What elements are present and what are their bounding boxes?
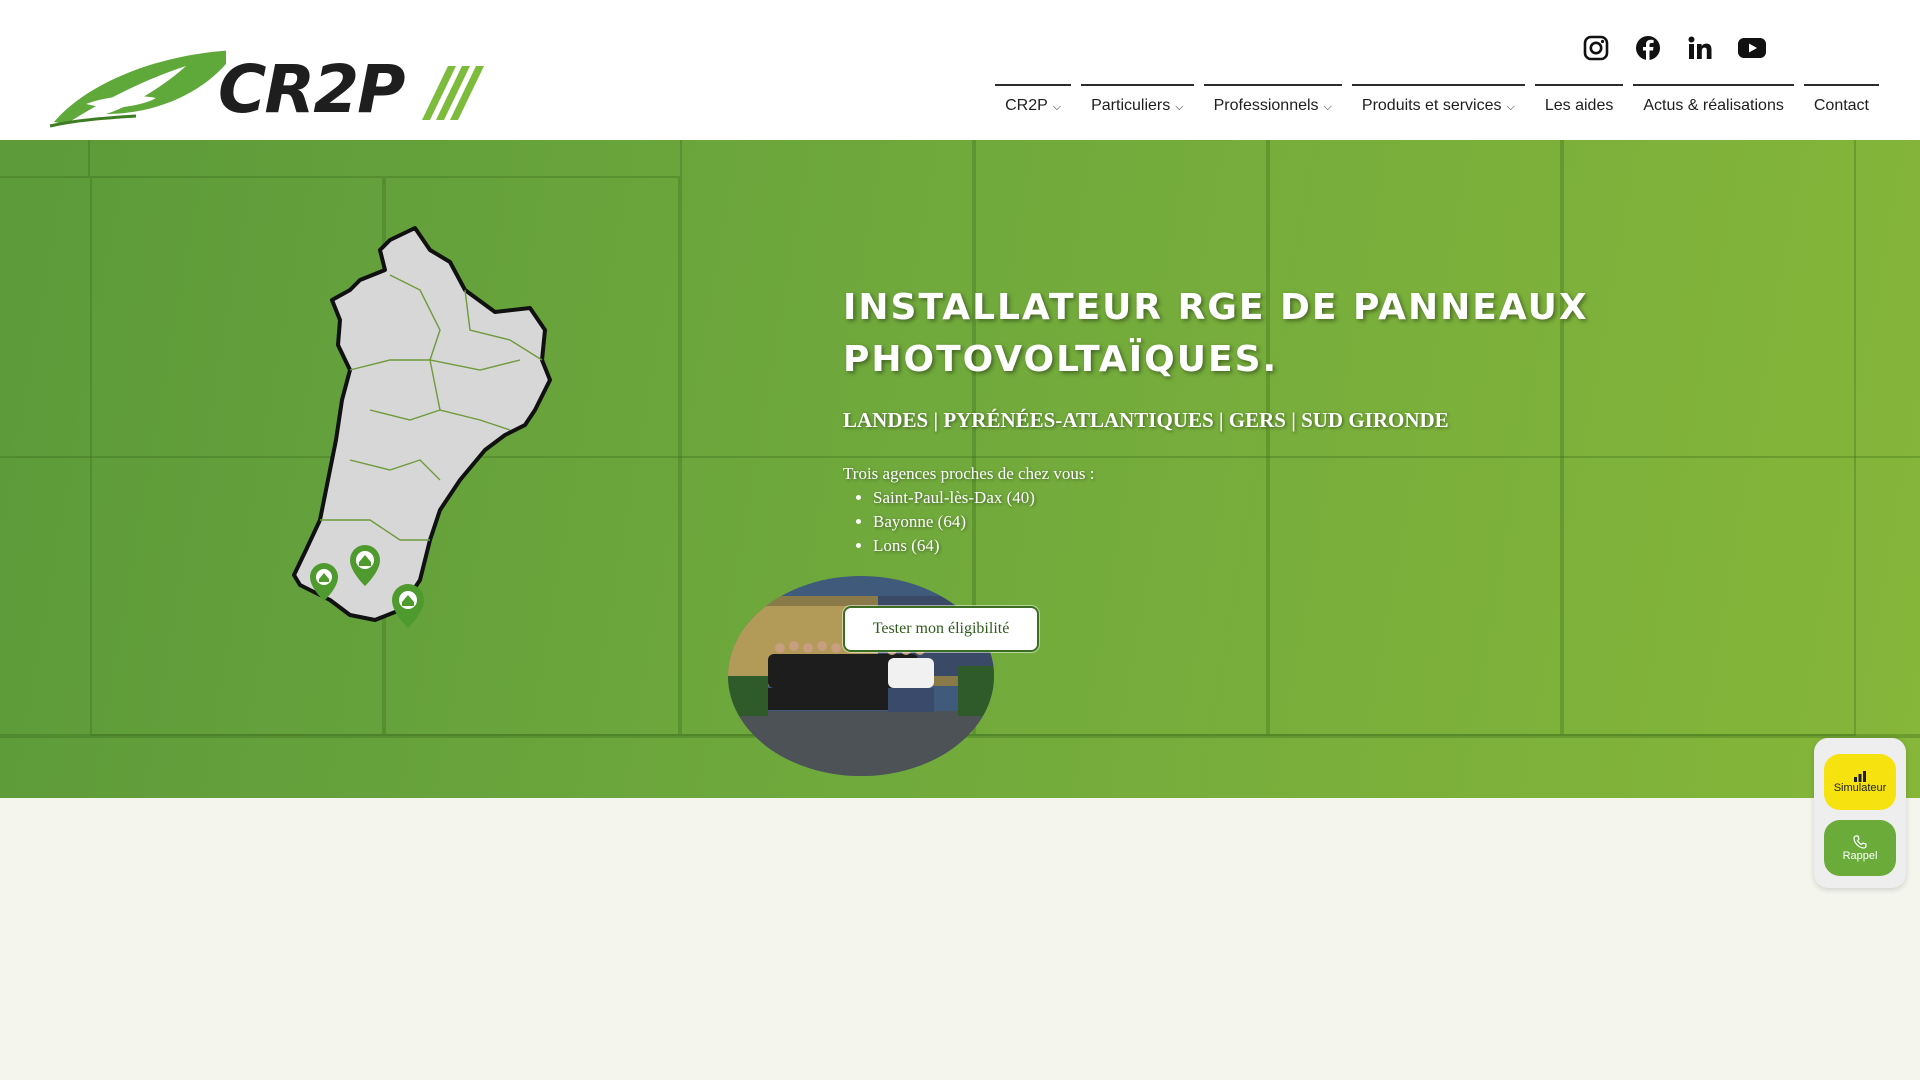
simulator-button[interactable]: Simulateur bbox=[1824, 754, 1896, 810]
agencies-intro: Trois agences proches de chez vous : bbox=[843, 464, 1095, 483]
nav-label: Professionnels bbox=[1213, 97, 1319, 114]
agency-pin-icon bbox=[392, 584, 424, 628]
nav-label: CR2P bbox=[1005, 97, 1048, 114]
chevron-down-icon: ⌵ bbox=[1175, 100, 1184, 113]
agencies-list: Saint-Paul-lès-Dax (40) Bayonne (64) Lon… bbox=[843, 486, 1035, 558]
chevron-down-icon: ⌵ bbox=[1052, 100, 1062, 113]
site-header: CR2P CR2P ⌵ Particuliers ⌵ Professionnel… bbox=[0, 0, 1920, 140]
nav-item-produits-services[interactable]: Produits et services ⌵ bbox=[1351, 84, 1525, 120]
nav-item-cr2p[interactable]: CR2P ⌵ bbox=[995, 84, 1072, 120]
leaf-hand-logo-icon bbox=[49, 50, 236, 128]
nav-item-contact[interactable]: Contact bbox=[1803, 84, 1879, 120]
chevron-down-icon: ⌵ bbox=[1506, 100, 1515, 113]
callback-label: Rappel bbox=[1842, 850, 1878, 862]
list-item: Lons (64) bbox=[873, 534, 1035, 558]
youtube-icon[interactable] bbox=[1734, 30, 1770, 66]
bg-tile bbox=[0, 736, 1920, 798]
simulator-label: Simulateur bbox=[1833, 782, 1887, 794]
hero-subtitle: LANDES | PYRÉNÉES-ATLANTIQUES | GERS | S… bbox=[843, 408, 1449, 432]
list-item: Saint-Paul-lès-Dax (40) bbox=[873, 486, 1035, 510]
bg-tile bbox=[0, 140, 90, 178]
instagram-icon[interactable] bbox=[1578, 30, 1614, 66]
bar-chart-icon bbox=[1854, 771, 1866, 782]
main-nav: CR2P ⌵ Particuliers ⌵ Professionnels ⌵ P… bbox=[995, 84, 1879, 120]
logo-wordmark: CR2P bbox=[218, 51, 406, 128]
hero-title-line2: PHOTOVOLTAÏQUES. bbox=[843, 339, 1279, 380]
nouvelle-aquitaine-map-icon bbox=[292, 226, 552, 628]
nav-label: Particuliers bbox=[1091, 97, 1171, 114]
nav-label: Produits et services bbox=[1361, 97, 1502, 114]
region-map bbox=[280, 220, 994, 776]
nav-item-actus[interactable]: Actus & réalisations bbox=[1633, 84, 1794, 120]
eligibility-button[interactable]: Tester mon éligibilité bbox=[843, 606, 1039, 652]
nav-item-professionnels[interactable]: Professionnels ⌵ bbox=[1203, 84, 1342, 120]
phone-icon bbox=[1853, 835, 1867, 849]
hero-title-line1: INSTALLATEUR RGE DE PANNEAUX bbox=[843, 287, 1589, 328]
logo-stripes-icon bbox=[422, 66, 484, 120]
floating-actions-widget: Simulateur Rappel bbox=[1814, 738, 1906, 888]
hero-banner: INSTALLATEUR RGE DE PANNEAUX PHOTOVOLTAÏ… bbox=[0, 140, 1920, 798]
linkedin-icon[interactable] bbox=[1682, 30, 1718, 66]
callback-button[interactable]: Rappel bbox=[1824, 820, 1896, 876]
nav-item-particuliers[interactable]: Particuliers ⌵ bbox=[1081, 84, 1194, 120]
hero-title: INSTALLATEUR RGE DE PANNEAUX PHOTOVOLTAÏ… bbox=[843, 282, 1743, 386]
nav-label: Les aides bbox=[1544, 97, 1614, 114]
cr2p-logo[interactable]: CR2P bbox=[46, 44, 486, 130]
facebook-icon[interactable] bbox=[1630, 30, 1666, 66]
nav-label: Contact bbox=[1813, 97, 1869, 114]
social-links bbox=[1578, 30, 1770, 66]
list-item: Bayonne (64) bbox=[873, 510, 1035, 534]
chevron-down-icon: ⌵ bbox=[1323, 100, 1332, 113]
nav-item-aides[interactable]: Les aides bbox=[1534, 84, 1624, 120]
nav-label: Actus & réalisations bbox=[1643, 97, 1784, 114]
